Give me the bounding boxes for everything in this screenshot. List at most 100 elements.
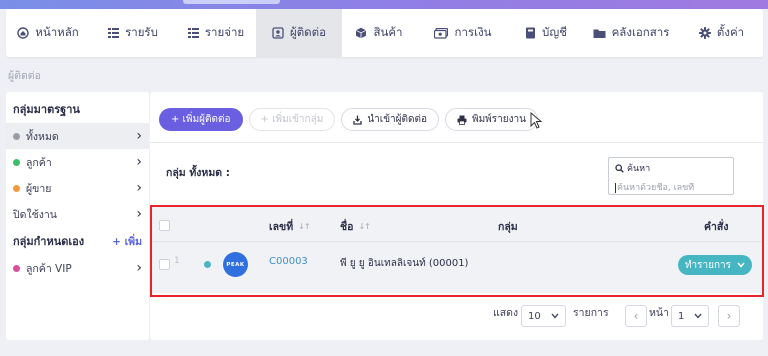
breadcrumb: ผู้ติดต่อ (8, 70, 41, 82)
chevron-right-icon: › (136, 260, 142, 276)
custom-groups-heading: กลุ่มกำหนดเอง (13, 235, 85, 248)
chevron-right-icon: › (726, 309, 732, 323)
top-gradient-bar (0, 0, 768, 9)
page-label: หน้า (649, 307, 669, 319)
table-header: เลขที่ ↓↑ ชื่อ ↓↑ กลุ่ม คำสั่ง (150, 206, 763, 242)
chevron-right-icon: › (136, 154, 142, 170)
sidebar-item-all[interactable]: ทั้งหมด › (6, 123, 149, 149)
add-group-button[interactable]: + เพิ่ม (112, 233, 142, 250)
nav-products-label: สินค้า (373, 25, 403, 39)
nav-expense-label: รายจ่าย (204, 25, 245, 39)
contact-card-icon (272, 27, 284, 39)
nav-contacts[interactable]: ผู้ติดต่อ (256, 9, 342, 57)
search-icon (615, 163, 624, 173)
add-contact-button[interactable]: + เพิ่มผู้ติดต่อ (159, 108, 243, 131)
row-action-button[interactable]: ทำรายการ (678, 255, 752, 275)
row-index: 1 (174, 256, 180, 266)
sidebar-item-vendors[interactable]: ผู้ขาย › (6, 175, 149, 201)
book-icon (526, 27, 536, 39)
nav-accounting-label: บัญชี (542, 25, 567, 39)
add-to-group-button[interactable]: + เพิ่มเข้ากลุ่ม (248, 108, 336, 131)
nav-settings-label: ตั้งค่า (716, 25, 745, 39)
sidebar-item-customers[interactable]: ลูกค้า › (6, 149, 149, 175)
avatar: PEAK (223, 252, 248, 277)
search-box[interactable]: ค้นหา (608, 157, 734, 195)
contact-name: พี ยู ยู อินเทลลิเจนท์ (00001) (340, 258, 469, 269)
sidebar-item-label: ทั้งหมด (26, 130, 59, 143)
main-nav: หน้าหลัก รายรับ รายจ่าย ผู้ติดต่อ สินค้า… (6, 9, 763, 57)
top-tab-hint (183, 0, 280, 4)
row-action-label: ทำรายการ (684, 259, 732, 271)
money-icon (434, 27, 449, 39)
group-dot (13, 184, 20, 192)
print-report-button[interactable]: พิมพ์รายงาน (445, 108, 538, 131)
custom-groups-header: กลุ่มกำหนดเอง + เพิ่ม (6, 227, 149, 255)
import-icon (353, 115, 362, 125)
select-all-checkbox[interactable] (159, 220, 170, 231)
col-group-header: กลุ่ม (498, 221, 518, 233)
chevron-right-icon: › (136, 180, 142, 196)
nav-accounting[interactable]: บัญชี (510, 9, 582, 57)
import-contacts-label: นำเข้าผู้ติดต่อ (367, 114, 427, 125)
nav-finance-label: การเงิน (454, 25, 492, 39)
search-label: ค้นหา (627, 164, 651, 174)
sidebar-item-label: ลูกค้า (26, 156, 52, 169)
page-size-select[interactable]: 10 (521, 305, 566, 327)
items-label: รายการ (573, 307, 609, 319)
folder-icon (593, 29, 606, 38)
chevron-down-icon (694, 313, 702, 319)
nav-finance[interactable]: การเงิน (416, 9, 510, 57)
nav-products[interactable]: สินค้า (342, 9, 416, 57)
printer-icon (457, 115, 467, 125)
nav-expense[interactable]: รายจ่าย (176, 9, 256, 57)
standard-groups-heading: กลุ่มมาตรฐาน (13, 103, 80, 116)
search-label-row: ค้นหา (615, 161, 727, 175)
table-row[interactable]: 1 PEAK C00003 พี ยู ยู อินเทลลิเจนท์ (00… (150, 242, 763, 287)
sidebar-item-label: ลูกค้า VIP (26, 262, 72, 275)
current-group-label: กลุ่ม ทั้งหมด : (166, 167, 230, 179)
col-name-header[interactable]: ชื่อ ↓↑ (340, 218, 371, 235)
row-checkbox[interactable] (159, 259, 170, 270)
nav-income-label: รายรับ (125, 25, 158, 39)
group-dot (13, 264, 20, 272)
group-sidebar: กลุ่มมาตรฐาน ทั้งหมด › ลูกค้า › ผู้ขาย ›… (6, 92, 149, 340)
list-icon (108, 28, 120, 38)
sidebar-item-vip[interactable]: ลูกค้า VIP › (6, 255, 149, 281)
contacts-panel: + เพิ่มผู้ติดต่อ + เพิ่มเข้ากลุ่ม นำเข้า… (150, 92, 763, 340)
sidebar-item-label: ปิดใช้งาน (13, 208, 57, 221)
group-dot (13, 132, 20, 140)
mouse-cursor-icon (530, 112, 543, 129)
nav-contacts-label: ผู้ติดต่อ (289, 25, 327, 39)
import-contacts-button[interactable]: นำเข้าผู้ติดต่อ (341, 108, 439, 131)
list-icon (187, 28, 199, 38)
col-number-header[interactable]: เลขที่ ↓↑ (269, 218, 311, 235)
sort-icon[interactable]: ↓↑ (358, 222, 370, 231)
group-dot (13, 158, 20, 166)
contacts-table: เลขที่ ↓↑ ชื่อ ↓↑ กลุ่ม คำสั่ง 1 PEAK C0… (150, 206, 763, 293)
nav-home[interactable]: หน้าหลัก (6, 9, 90, 57)
nav-documents[interactable]: คลังเอกสาร (582, 9, 680, 57)
chevron-down-icon (551, 313, 559, 319)
page-size-label: แสดง (493, 307, 519, 319)
chevron-right-icon: › (136, 206, 142, 222)
nav-documents-label: คลังเอกสาร (611, 25, 670, 39)
sidebar-item-disabled[interactable]: ปิดใช้งาน › (6, 201, 149, 227)
contact-code-link[interactable]: C00003 (269, 256, 308, 267)
nav-settings[interactable]: ตั้งค่า (680, 9, 763, 57)
current-page-value: 1 (678, 310, 685, 322)
chevron-right-icon: › (136, 128, 142, 144)
nav-income[interactable]: รายรับ (90, 9, 176, 57)
col-action-header: คำสั่ง (704, 221, 729, 233)
col-number-label: เลขที่ (269, 221, 294, 233)
status-dot (204, 261, 211, 268)
print-report-label: พิมพ์รายงาน (472, 114, 526, 125)
gear-icon (698, 27, 711, 39)
page-select[interactable]: 1 (671, 305, 710, 327)
sort-icon[interactable]: ↓↑ (298, 222, 310, 231)
nav-home-label: หน้าหลัก (35, 25, 79, 39)
chevron-down-icon (737, 262, 745, 268)
search-input[interactable] (615, 183, 727, 193)
prev-page-button[interactable]: ‹ (625, 305, 647, 327)
next-page-button[interactable]: › (718, 305, 740, 327)
divider (150, 142, 763, 143)
